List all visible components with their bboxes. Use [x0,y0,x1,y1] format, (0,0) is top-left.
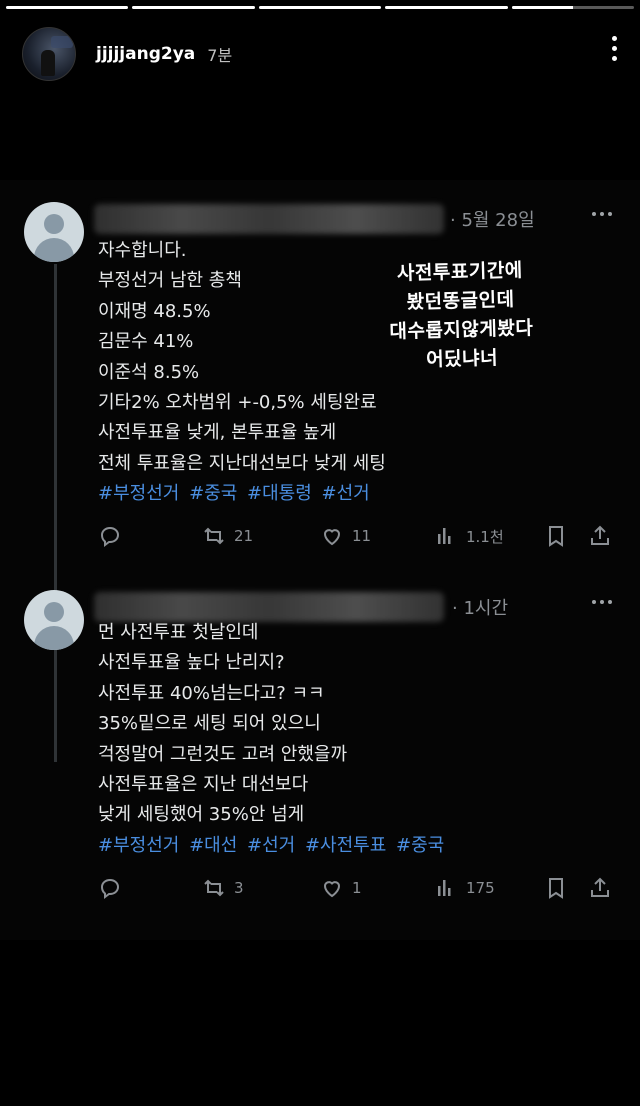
default-avatar-icon [24,202,84,262]
retweet-icon [204,527,224,545]
story-text-overlay: 사전투표기간에 봤던똥글인데 대수롭지않게봤다 어딨냐너 [365,256,558,377]
tweet-line: 사전투표율 높다 난리지? [98,652,285,674]
hashtag-link[interactable]: #중국 [396,835,444,856]
heart-icon [323,529,341,546]
tweet-line: 기타2% 오차범위 +-0,5% 세팅완료 [98,392,377,414]
tweet-line: 부정선거 남한 총책 [98,270,242,292]
bookmark-icon [549,878,563,899]
story-progress-segment [6,6,129,9]
tweet-2: · 1시간 먼 사전투표 첫날인데 사전투표율 높다 난리지? 사전투표 40%… [24,590,616,930]
tweet-line: 사전투표율은 지난 대선보다 [98,774,309,796]
tweet-line: 이재명 48.5% [98,300,211,322]
story-progress-segment [132,6,255,9]
tweet-actions: 3 1 175 [98,876,616,906]
retweet-icon [204,879,224,897]
tweet-more-icon[interactable] [592,600,612,604]
hashtag-link[interactable]: #대선 [189,835,237,856]
blurred-name [94,204,444,234]
reply-button[interactable] [98,524,122,548]
post-time: 7분 [207,46,233,65]
share-icon [591,525,609,545]
view-count: 175 [466,879,495,897]
username[interactable]: jjjjjang2ya [96,44,195,64]
bookmark-icon [549,526,563,547]
tweet-line: 먼 사전투표 첫날인데 [98,622,259,643]
retweet-count: 21 [234,527,254,545]
hashtag-link[interactable]: #선거 [322,483,370,504]
reply-button[interactable] [98,876,122,900]
share-button[interactable] [588,876,612,900]
hashtag-link[interactable]: #중국 [189,483,237,504]
hashtag-list: #부정선거 #대선 #선거 #사전투표 #중국 [98,831,448,861]
tweet-date: · 1시간 [452,598,509,619]
view-count: 1.1천 [466,527,504,546]
hashtag-link[interactable]: #대통령 [247,483,312,504]
like-count: 11 [352,527,372,545]
tweet-date: · 5월 28일 [450,210,535,231]
tweet-line: 김문수 41% [98,331,194,353]
tweet-line: 사전투표 40%넘는다고? ㅋㅋ [98,682,325,704]
avatar[interactable] [22,27,76,81]
reply-icon [100,526,120,547]
hashtag-link[interactable]: #부정선거 [98,483,179,504]
tweet-line: 전체 투표율은 지난대선보다 낮게 세팅 [98,452,386,474]
bookmark-button[interactable] [544,876,568,900]
like-count: 1 [352,879,362,897]
share-icon [591,877,609,897]
hashtag-list: #부정선거 #중국 #대통령 #선거 [98,479,386,509]
overlay-line: 대수롭지않게봤다 [389,317,534,343]
tweet-actions: 21 11 1.1천 [98,524,616,554]
tweet-line: 낮게 세팅했어 35%안 넘게 [98,804,305,826]
views-button[interactable]: 175 [434,876,495,900]
retweet-count: 3 [234,879,244,897]
share-button[interactable] [588,524,612,548]
like-button[interactable]: 1 [320,876,362,900]
views-icon [438,528,451,544]
tweet-line: 사전투표율 낮게, 본투표율 높게 [98,422,337,444]
tweet-line: 35%밑으로 세팅 되어 있으니 [98,713,321,735]
overlay-line: 어딨냐너 [425,347,499,371]
reply-icon [100,878,120,899]
tweet-text: 자수합니다. 부정선거 남한 총책 이재명 48.5% 김문수 41% 이준석 … [98,236,386,510]
default-avatar-icon [24,590,84,650]
bookmark-button[interactable] [544,524,568,548]
retweet-button[interactable]: 21 [202,524,253,548]
views-icon [438,880,451,896]
tweet-line: 걱정말어 그런것도 고려 안했을까 [98,743,348,765]
tweet-line: 자수합니다. [98,240,187,261]
story-progress-segment [258,6,382,9]
story-progress-segment [385,6,508,9]
heart-icon [323,881,341,898]
like-button[interactable]: 11 [320,524,371,548]
tweet-line: 이준석 8.5% [98,361,200,383]
tweet-text: 먼 사전투표 첫날인데 사전투표율 높다 난리지? 사전투표 40%넘는다고? … [98,618,448,861]
hashtag-link[interactable]: #사전투표 [305,835,386,856]
tweet-more-icon[interactable] [592,212,612,216]
retweet-button[interactable]: 3 [202,876,244,900]
hashtag-link[interactable]: #선거 [247,835,295,856]
more-options-icon[interactable] [610,36,618,61]
story-progress-segment [511,6,635,9]
story-progress [6,6,635,9]
story-header: jjjjjang2ya 7분 [22,27,618,81]
hashtag-link[interactable]: #부정선거 [98,835,179,856]
views-button[interactable]: 1.1천 [434,524,504,548]
